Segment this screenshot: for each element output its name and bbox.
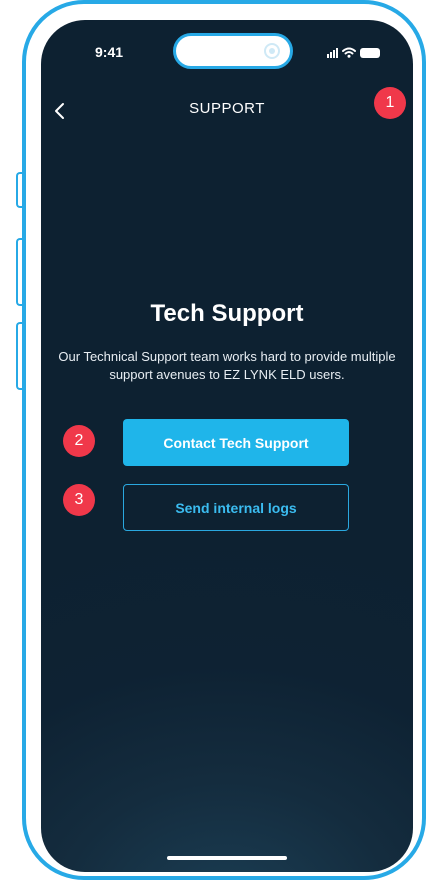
contact-tech-support-button[interactable]: Contact Tech Support [123,419,349,466]
home-indicator[interactable] [167,856,287,860]
annotation-marker-2: 2 [63,425,95,457]
dynamic-island [173,33,293,69]
status-time: 9:41 [95,44,124,60]
send-internal-logs-button[interactable]: Send internal logs [123,484,349,531]
section-description: Our Technical Support team works hard to… [58,349,396,382]
stage: 9:41 SUPPORT Tech Support Our Technical … [0,0,433,884]
annotation-marker-1: 1 [374,87,406,119]
section-heading: Tech Support [150,300,304,327]
wifi-icon [342,47,356,58]
camera-icon [264,43,280,59]
signal-icon [327,47,338,58]
annotation-marker-3: 3 [63,484,95,516]
app-screen: 9:41 SUPPORT Tech Support Our Technical … [41,20,413,872]
battery-icon [360,48,380,58]
page-title: SUPPORT [189,100,265,117]
status-icons [327,44,380,58]
